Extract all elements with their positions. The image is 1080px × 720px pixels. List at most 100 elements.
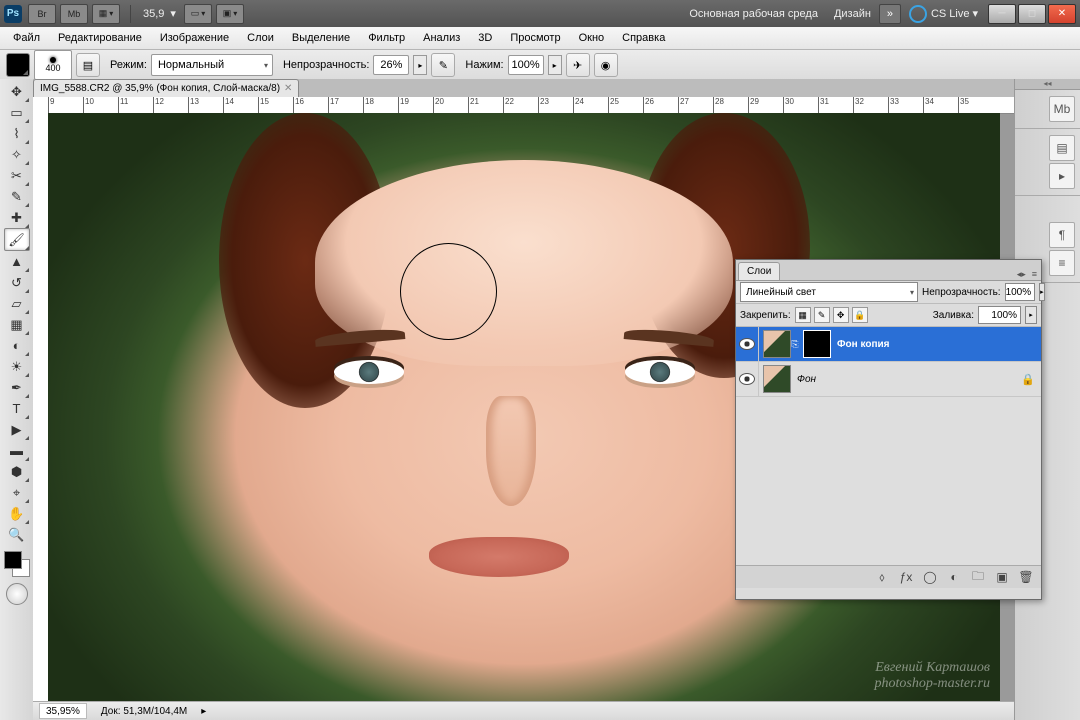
- menu-analysis[interactable]: Анализ: [414, 32, 469, 44]
- brush-panel-toggle-button[interactable]: ▤: [76, 53, 100, 77]
- menu-image[interactable]: Изображение: [151, 32, 238, 44]
- zoom-level[interactable]: 35,9: [143, 8, 164, 20]
- menu-layer[interactable]: Слои: [238, 32, 283, 44]
- flow-input[interactable]: 100%: [508, 55, 544, 75]
- airbrush-button[interactable]: ✈: [566, 53, 590, 77]
- path-select-tool[interactable]: ▶: [5, 419, 29, 440]
- layer-thumbnail[interactable]: [763, 365, 791, 393]
- menu-select[interactable]: Выделение: [283, 32, 359, 44]
- workspace-main[interactable]: Основная рабочая среда: [689, 8, 818, 20]
- clone-stamp-tool[interactable]: ▲: [5, 251, 29, 272]
- layer-name[interactable]: Фон: [797, 374, 816, 385]
- paragraph-panel-icon[interactable]: ≡: [1049, 250, 1075, 276]
- window-minimize-button[interactable]: ─: [988, 4, 1016, 24]
- blur-tool[interactable]: ◐: [5, 335, 29, 356]
- actions-panel-icon[interactable]: ▸: [1049, 163, 1075, 189]
- layer-name[interactable]: Фон копия: [837, 339, 889, 350]
- close-tab-icon[interactable]: ✕: [284, 83, 292, 94]
- layer-opacity-flyout[interactable]: ▸: [1039, 283, 1045, 301]
- history-panel-icon[interactable]: ▤: [1049, 135, 1075, 161]
- current-tool-preset-icon[interactable]: [6, 53, 30, 77]
- layer-thumbnail[interactable]: [763, 330, 791, 358]
- lock-all-icon[interactable]: 🔒: [852, 307, 868, 323]
- panel-collapse-icon[interactable]: ◂▸: [1015, 269, 1028, 280]
- healing-brush-tool[interactable]: ✚: [5, 207, 29, 228]
- menu-filter[interactable]: Фильтр: [359, 32, 414, 44]
- 3d-camera-tool[interactable]: ⌖: [5, 482, 29, 503]
- layer-mask-thumbnail[interactable]: [803, 330, 831, 358]
- menu-3d[interactable]: 3D: [469, 32, 501, 44]
- menu-window[interactable]: Окно: [570, 32, 614, 44]
- fill-input[interactable]: 100%: [978, 306, 1021, 324]
- ruler-vertical[interactable]: [33, 97, 49, 702]
- ps-logo-icon[interactable]: Ps: [4, 5, 22, 23]
- fill-flyout[interactable]: ▸: [1025, 306, 1037, 324]
- minibridge-button[interactable]: Mb: [60, 4, 88, 24]
- workspace-design[interactable]: Дизайн: [834, 8, 871, 20]
- type-tool[interactable]: T: [5, 398, 29, 419]
- new-layer-button[interactable]: ▣: [993, 569, 1011, 585]
- history-brush-tool[interactable]: ↺: [5, 272, 29, 293]
- foreground-color-icon[interactable]: [4, 551, 22, 569]
- layer-opacity-input[interactable]: 100%: [1005, 283, 1036, 301]
- arrange-docs-button[interactable]: ▦: [92, 4, 120, 24]
- bridge-button[interactable]: Br: [28, 4, 56, 24]
- hand-tool[interactable]: ✋: [5, 503, 29, 524]
- layer-fx-button[interactable]: ƒx: [897, 569, 915, 585]
- opacity-flyout-button[interactable]: ▸: [413, 55, 427, 75]
- zoom-tool[interactable]: 🔍: [5, 524, 29, 545]
- dock-collapse-button[interactable]: ◂◂: [1015, 79, 1080, 90]
- color-swatches[interactable]: [4, 551, 30, 577]
- screen-mode-button[interactable]: ▣: [216, 4, 244, 24]
- 3d-tool[interactable]: ⬢: [5, 461, 29, 482]
- layers-tab[interactable]: Слои: [738, 262, 780, 280]
- flow-flyout-button[interactable]: ▸: [548, 55, 562, 75]
- status-zoom[interactable]: 35,95%: [39, 703, 87, 719]
- brush-preset-picker[interactable]: 400: [34, 50, 72, 80]
- opacity-input[interactable]: 26%: [373, 55, 409, 75]
- blend-mode-select[interactable]: Нормальный: [151, 54, 273, 76]
- lock-position-icon[interactable]: ✥: [833, 307, 849, 323]
- layer-blend-select[interactable]: Линейный свет: [740, 282, 918, 302]
- dodge-tool[interactable]: ☀: [5, 356, 29, 377]
- cslive-button[interactable]: CS Live▾: [909, 5, 978, 23]
- crop-tool[interactable]: ✂: [5, 165, 29, 186]
- new-group-button[interactable]: 🗀: [969, 569, 987, 585]
- adjustment-layer-button[interactable]: ◐: [945, 569, 963, 585]
- magic-wand-tool[interactable]: ✧: [5, 144, 29, 165]
- lock-transparent-icon[interactable]: ▦: [795, 307, 811, 323]
- character-panel-icon[interactable]: ¶: [1049, 222, 1075, 248]
- menu-edit[interactable]: Редактирование: [49, 32, 151, 44]
- view-extras-button[interactable]: ▭: [184, 4, 212, 24]
- pressure-size-button[interactable]: ◉: [594, 53, 618, 77]
- ruler-horizontal[interactable]: 9101112131415161718192021222324252627282…: [48, 97, 1015, 114]
- layer-visibility-button[interactable]: [736, 327, 759, 361]
- lock-pixels-icon[interactable]: ✎: [814, 307, 830, 323]
- menu-file[interactable]: Файл: [4, 32, 49, 44]
- eyedropper-tool[interactable]: ✎: [5, 186, 29, 207]
- delete-layer-button[interactable]: 🗑: [1017, 569, 1035, 585]
- marquee-tool[interactable]: ▭: [5, 102, 29, 123]
- menu-help[interactable]: Справка: [613, 32, 674, 44]
- workspace-more-button[interactable]: »: [879, 4, 901, 24]
- layer-row[interactable]: ⎘ Фон копия: [736, 327, 1041, 362]
- menu-view[interactable]: Просмотр: [501, 32, 569, 44]
- pressure-opacity-button[interactable]: ✎: [431, 53, 455, 77]
- eraser-tool[interactable]: ▱: [5, 293, 29, 314]
- add-mask-button[interactable]: ◯: [921, 569, 939, 585]
- window-close-button[interactable]: ✕: [1048, 4, 1076, 24]
- link-layers-button[interactable]: ⬨: [873, 569, 891, 585]
- layer-row[interactable]: Фон 🔒: [736, 362, 1041, 397]
- shape-tool[interactable]: ▬: [5, 440, 29, 461]
- document-tab[interactable]: IMG_5588.CR2 @ 35,9% (Фон копия, Слой-ма…: [33, 79, 299, 97]
- panel-menu-icon[interactable]: ≡: [1030, 269, 1039, 280]
- window-maximize-button[interactable]: ◻: [1018, 4, 1046, 24]
- gradient-tool[interactable]: ▦: [5, 314, 29, 335]
- layer-visibility-button[interactable]: [736, 362, 759, 396]
- minibridge-panel-icon[interactable]: Mb: [1049, 96, 1075, 122]
- brush-tool[interactable]: 🖌: [4, 228, 30, 251]
- move-tool[interactable]: ✥: [5, 81, 29, 102]
- lasso-tool[interactable]: ⌇: [5, 123, 29, 144]
- quick-mask-button[interactable]: [6, 583, 28, 605]
- pen-tool[interactable]: ✒: [5, 377, 29, 398]
